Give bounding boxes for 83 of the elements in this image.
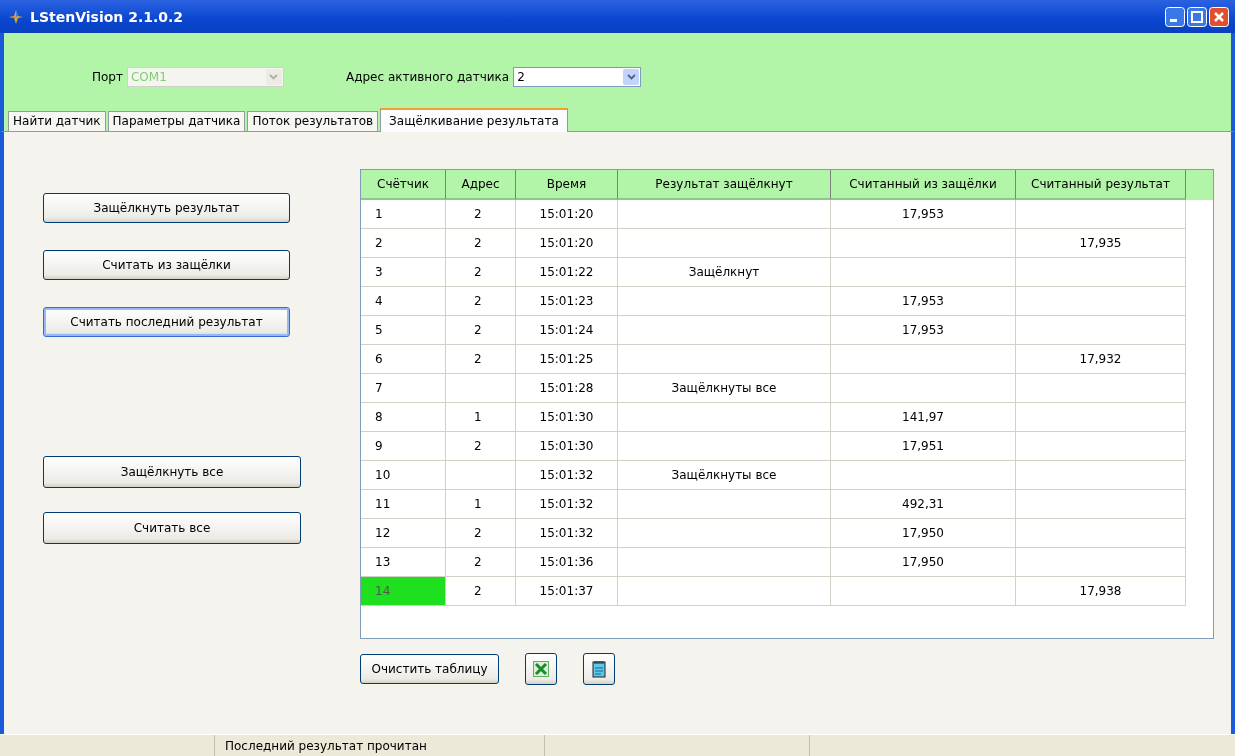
- table-cell: Защёлкнуты все: [618, 374, 831, 403]
- table-cell: 15:01:36: [516, 548, 618, 577]
- column-header: Адрес: [446, 170, 516, 200]
- table-cell: 15:01:23: [516, 287, 618, 316]
- table-cell: 3: [361, 258, 446, 287]
- minimize-icon[interactable]: [1165, 6, 1185, 27]
- clear-table-button[interactable]: Очистить таблицу: [360, 654, 499, 684]
- table-cell: 17,953: [831, 200, 1016, 229]
- action-button[interactable]: Считать все: [43, 512, 301, 544]
- table-cell: 1: [361, 200, 446, 229]
- table-cell: 2: [446, 345, 516, 374]
- table-cell: 17,953: [831, 316, 1016, 345]
- table-cell: 15:01:32: [516, 490, 618, 519]
- table-cell: 17,938: [1016, 577, 1186, 606]
- window-title: LStenVision 2.1.0.2: [30, 8, 185, 25]
- table-cell: 8: [361, 403, 446, 432]
- column-header: Считанный из защёлки: [831, 170, 1016, 200]
- table-cell: 15:01:25: [516, 345, 618, 374]
- table-cell: 15:01:37: [516, 577, 618, 606]
- table-cell: 17,953: [831, 287, 1016, 316]
- table-cell: 2: [446, 229, 516, 258]
- table-cell: 15:01:20: [516, 200, 618, 229]
- table-cell: 15:01:30: [516, 403, 618, 432]
- maximize-icon[interactable]: [1187, 6, 1207, 27]
- table-cell: 4: [361, 287, 446, 316]
- action-button[interactable]: Считать из защёлки: [43, 250, 290, 280]
- excel-export-button[interactable]: [525, 653, 557, 685]
- table-cell: 1: [446, 403, 516, 432]
- status-message: Последний результат прочитан: [215, 735, 545, 756]
- table-cell: Защёлкнуты все: [618, 461, 831, 490]
- notepad-icon: [592, 660, 606, 678]
- table-cell: 2: [446, 577, 516, 606]
- table-cell: 15:01:24: [516, 316, 618, 345]
- table-cell: 9: [361, 432, 446, 461]
- table-cell: [446, 461, 516, 490]
- table-cell: 15:01:30: [516, 432, 618, 461]
- table-cell: 2: [446, 258, 516, 287]
- column-header: Считанный результат: [1016, 170, 1186, 200]
- table-cell: 2: [446, 287, 516, 316]
- table-cell: 2: [446, 316, 516, 345]
- action-button[interactable]: Считать последний результат: [43, 307, 290, 337]
- column-header: Счётчик: [361, 170, 446, 200]
- column-header: Результат защёлкнут: [618, 170, 831, 200]
- table-cell: 1: [446, 490, 516, 519]
- tab[interactable]: Защёлкивание результата: [380, 108, 568, 132]
- table-cell: 15:01:28: [516, 374, 618, 403]
- table-cell: 17,950: [831, 548, 1016, 577]
- close-icon[interactable]: [1209, 6, 1229, 27]
- table-cell: 17,951: [831, 432, 1016, 461]
- table-cell: 6: [361, 345, 446, 374]
- tab[interactable]: Параметры датчика: [107, 111, 246, 131]
- table-cell: 7: [361, 374, 446, 403]
- table-cell: 17,935: [1016, 229, 1186, 258]
- table-cell: 17,950: [831, 519, 1016, 548]
- spreadsheet-icon: [533, 661, 549, 677]
- address-label: Адрес активного датчика: [346, 70, 510, 84]
- table-cell: 11: [361, 490, 446, 519]
- table-cell: 2: [446, 432, 516, 461]
- table-cell: 5: [361, 316, 446, 345]
- action-button[interactable]: Защёлкнуть все: [43, 456, 301, 488]
- address-dropdown[interactable]: 2: [513, 67, 642, 87]
- action-button[interactable]: Защёлкнуть результат: [43, 193, 290, 223]
- table-cell: 15:01:32: [516, 519, 618, 548]
- table-cell: 10: [361, 461, 446, 490]
- notepad-button[interactable]: [583, 653, 615, 685]
- table-cell: 14: [361, 577, 446, 606]
- table-cell: 15:01:20: [516, 229, 618, 258]
- table-cell: 15:01:32: [516, 461, 618, 490]
- tab[interactable]: Поток результатов: [247, 111, 379, 131]
- port-label: Порт: [92, 70, 123, 84]
- table-cell: 2: [446, 200, 516, 229]
- tab[interactable]: Найти датчик: [8, 111, 106, 131]
- table-cell: 141,97: [831, 403, 1016, 432]
- table-cell: 2: [446, 548, 516, 577]
- table-cell: Защёлкнут: [618, 258, 831, 287]
- table-cell: 2: [361, 229, 446, 258]
- table-cell: 2: [446, 519, 516, 548]
- table-cell: 492,31: [831, 490, 1016, 519]
- table-cell: [446, 374, 516, 403]
- column-header: Время: [516, 170, 618, 200]
- table-cell: 15:01:22: [516, 258, 618, 287]
- table-cell: 12: [361, 519, 446, 548]
- table-cell: 17,932: [1016, 345, 1186, 374]
